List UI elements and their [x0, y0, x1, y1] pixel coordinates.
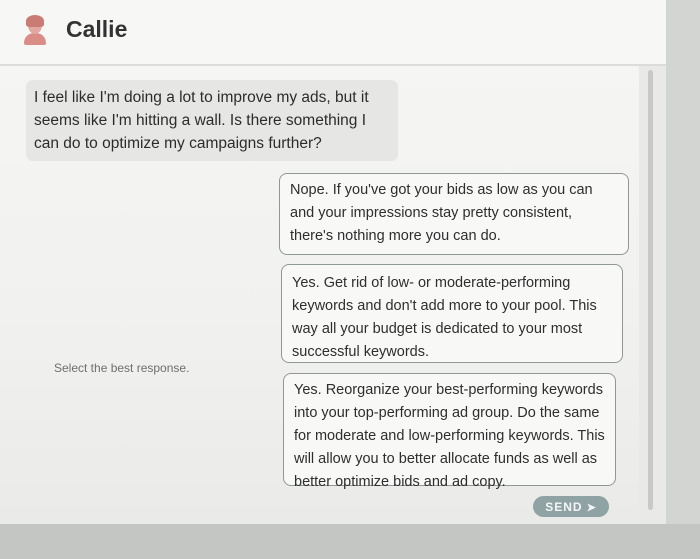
response-option-3[interactable]: Yes. Reorganize your best-performing key…	[283, 373, 616, 490]
response-option-2[interactable]: Yes. Get rid of low- or moderate-perform…	[281, 264, 623, 363]
scrollbar-thumb[interactable]	[648, 70, 653, 510]
chat-panel: Callie I feel like I'm doing a lot to im…	[0, 0, 666, 524]
person-avatar-icon	[24, 15, 46, 45]
contact-name: Callie	[66, 16, 128, 42]
send-button[interactable]: SEND ➤	[533, 496, 609, 517]
send-label: SEND	[545, 500, 583, 514]
incoming-message: I feel like I'm doing a lot to improve m…	[26, 80, 398, 161]
bottom-strip	[0, 524, 700, 559]
response-option-1[interactable]: Nope. If you've got your bids as low as …	[279, 173, 629, 255]
response-prompt: Select the best response.	[54, 361, 190, 375]
chat-header: Callie	[0, 0, 666, 66]
arrow-right-icon: ➤	[586, 502, 597, 514]
screen-edge	[666, 0, 700, 559]
